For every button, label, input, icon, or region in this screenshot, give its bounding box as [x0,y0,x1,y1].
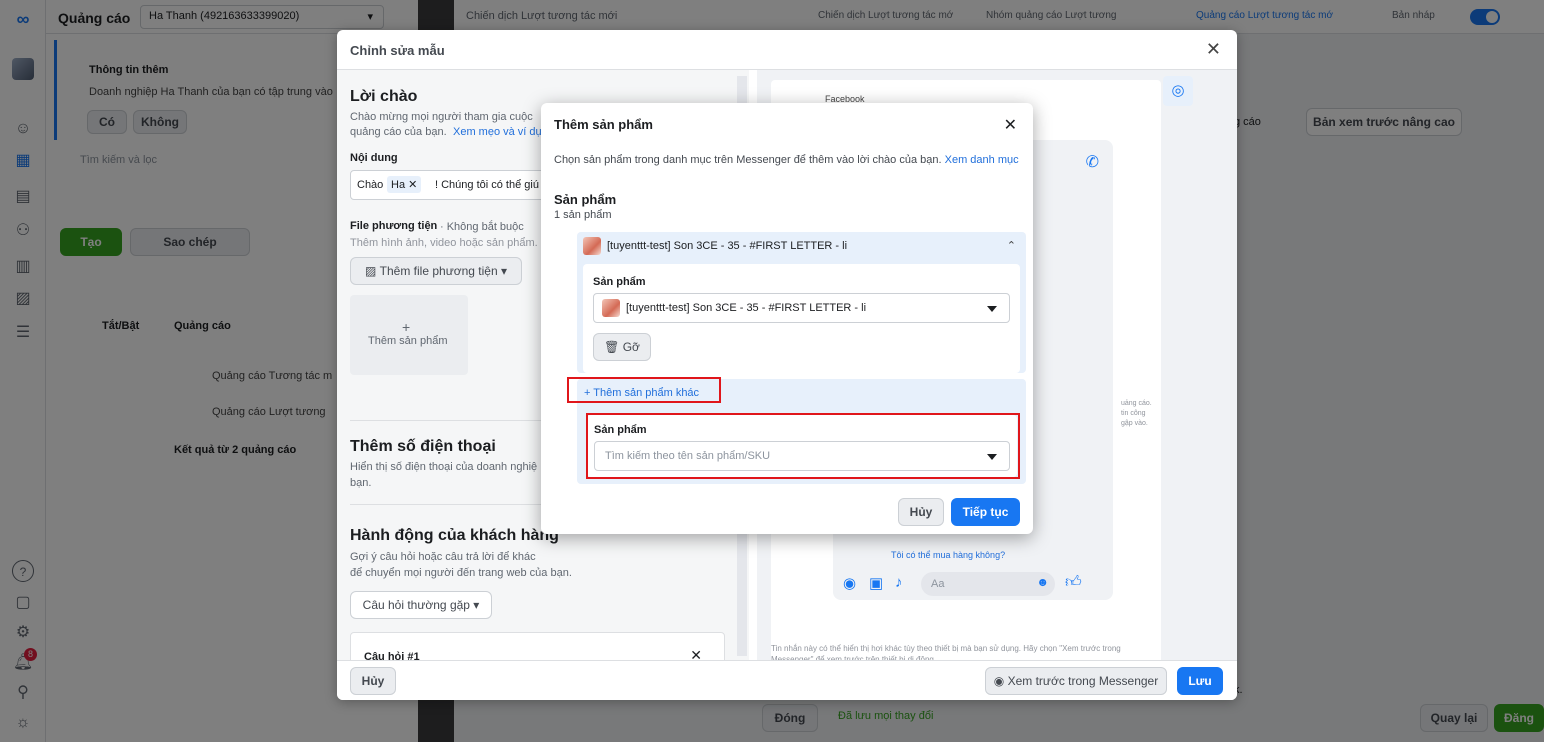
image-icon: ▨ [365,264,380,278]
suggested-question[interactable]: Tôi có thể mua hàng không? [891,550,1005,560]
name-chip: Ha ✕ [387,176,422,193]
media-label: File phương tiện [350,220,438,232]
media-desc: Thêm hình ảnh, video hoặc sản phẩm. [350,237,538,249]
trash-icon: 🗑︎ [604,340,623,354]
camera-icon[interactable]: ◉ [843,574,856,592]
highlight-box-add-link [567,377,721,403]
remove-button[interactable]: 🗑︎ Gỡ [593,333,651,361]
composer: ◉ ▣ ♪ Aa ☻ 👍︎ [843,572,1103,596]
add-media-button[interactable]: ▨ Thêm file phương tiện ▾ [350,257,522,285]
product-thumbnail [583,237,601,255]
product-card-header[interactable]: [tuyenttt-test] Son 3CE - 35 - #FIRST LE… [583,237,847,255]
phone-icon: ✆ [1085,154,1099,171]
products-count: 1 sản phẩm [554,209,612,221]
question-card: Câu hỏi #1 ✕ [350,632,725,660]
plus-icon: + [402,319,411,335]
highlight-box-product-field [586,413,1020,479]
content-prefix: Chào [357,179,384,191]
dialog-header: Chỉnh sửa mẫu ✕ [337,30,1237,70]
chevron-up-icon[interactable]: ⌃ [1007,239,1016,252]
messenger-icon: ◉ [993,674,1008,688]
composer-input[interactable]: Aa ☻ [921,572,1055,596]
media-optional: · Không bắt buộc [440,221,524,233]
add-product-tile-label: Thêm sản phẩm [368,335,448,347]
messenger-icon[interactable]: ◎ [1163,76,1193,106]
question-label: Câu hỏi #1 [364,651,420,660]
continue-button[interactable]: Tiếp tục [951,498,1020,526]
dialog-title: Chỉnh sửa mẫu [350,43,445,58]
product-thumbnail [602,299,620,317]
close-icon[interactable]: ✕ [1004,115,1017,135]
phone-desc: Hiển thị số điện thoại của doanh nghiệ [350,461,538,473]
side-text-2: tin công [1121,410,1146,417]
faq-dropdown-label: Câu hỏi thường gặp [362,598,470,612]
action-title: Hành động của khách hàng [350,527,559,544]
product-card: [tuyenttt-test] Son 3CE - 35 - #FIRST LE… [577,232,1026,373]
modal-description: Chọn sản phẩm trong danh mục trên Messen… [554,153,1020,168]
modal-title: Thêm sản phẩm [554,117,653,132]
dialog-footer: Hủy ◉ Xem trước trong Messenger Lưu [337,660,1237,700]
product-field-card: Sản phẩm [tuyenttt-test] Son 3CE - 35 - … [583,264,1020,373]
product-field-label: Sản phẩm [593,276,646,288]
side-text-3: gập vào. [1121,420,1148,427]
chevron-down-icon [987,306,997,312]
products-section-title: Sản phẩm [554,192,617,207]
emoji-icon[interactable]: ☻ [1036,575,1049,589]
product-select-value: [tuyenttt-test] Son 3CE - 35 - #FIRST LE… [626,302,867,314]
like-icon[interactable]: 👍︎ [1065,573,1082,592]
greeting-desc-2: quảng cáo của bạn. [350,126,447,138]
cancel-button[interactable]: Hủy [350,667,396,695]
add-product-tile[interactable]: + Thêm sản phẩm [350,295,468,375]
name-chip-label: Ha [391,179,406,191]
phone-desc-2: bạn. [350,477,372,489]
add-media-label: Thêm file phương tiện [379,264,498,278]
remove-label: Gỡ [622,340,640,354]
cancel-button[interactable]: Hủy [898,498,944,526]
mic-icon[interactable]: ♪ [895,574,903,591]
product-select[interactable]: [tuyenttt-test] Son 3CE - 35 - #FIRST LE… [593,293,1010,323]
greeting-desc: Chào mừng mọi người tham gia cuộc [350,111,533,123]
close-icon[interactable]: ✕ [690,647,702,660]
save-button[interactable]: Lưu [1177,667,1223,695]
side-text-1: uảng cáo. [1121,400,1152,407]
preview-messenger-label: Xem trước trong Messenger [1007,674,1159,688]
close-icon[interactable]: ✕ [1206,39,1221,60]
tips-link[interactable]: Xem mẹo và ví dụ [453,125,542,140]
composer-placeholder: Aa [931,578,945,590]
action-desc: Gợi ý câu hỏi hoặc câu trả lời để khác [350,551,536,563]
action-desc-2: để chuyển mọi người đến trang web của bạ… [350,567,572,579]
footer-note: Tin nhắn này có thể hiển thị hơi khác tù… [771,644,1121,653]
learn-more-link[interactable]: Xem danh mục [945,154,1019,166]
faq-dropdown[interactable]: Câu hỏi thường gặp ▾ [350,591,492,619]
greeting-title: Lời chào [350,88,418,105]
content-suffix: ! Chúng tôi có thể giú [435,179,539,191]
add-product-modal: Thêm sản phẩm ✕ Chọn sản phẩm trong danh… [541,103,1033,534]
preview-messenger-button[interactable]: ◉ Xem trước trong Messenger [985,667,1167,695]
gallery-icon[interactable]: ▣ [869,574,883,592]
phone-title: Thêm số điện thoại [350,438,496,455]
content-input[interactable]: Chào Ha ✕ ! Chúng tôi có thể giú [350,170,550,200]
content-label: Nội dung [350,152,398,164]
product-card-title: [tuyenttt-test] Son 3CE - 35 - #FIRST LE… [607,240,848,252]
modal-description-text: Chọn sản phẩm trong danh mục trên Messen… [554,154,942,166]
